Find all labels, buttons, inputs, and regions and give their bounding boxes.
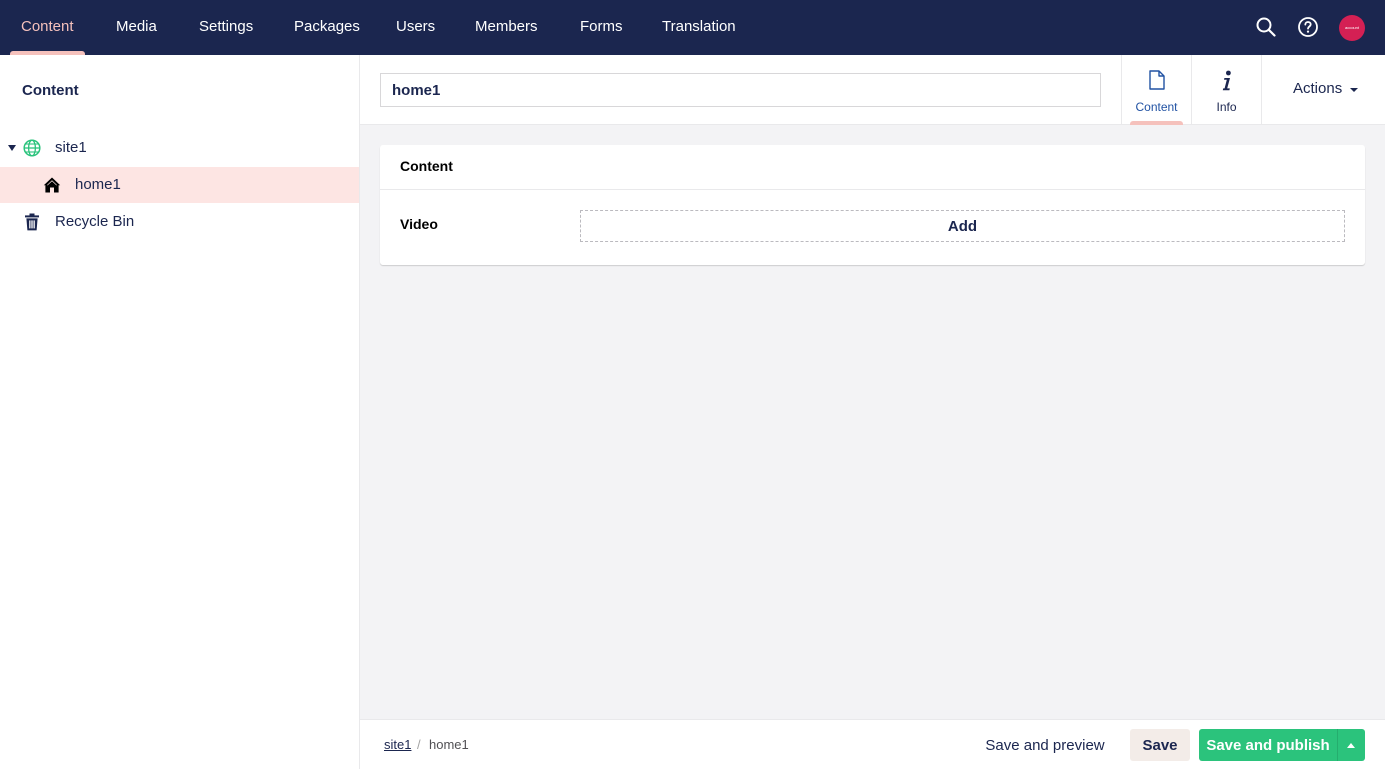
- tree-item-label: Recycle Bin: [55, 213, 135, 230]
- expand-caret-icon[interactable]: [8, 145, 16, 151]
- content-group-panel: Content Video Add: [380, 145, 1365, 265]
- nav-settings[interactable]: Settings: [199, 0, 253, 55]
- editor-header: Content Info Actions: [360, 55, 1385, 125]
- tree-item-home1[interactable]: home1: [0, 167, 359, 203]
- nav-media[interactable]: Media: [116, 0, 157, 55]
- content-tree-sidebar: Content site1 home1 Recycle Bin: [0, 55, 360, 769]
- help-icon[interactable]: [1296, 15, 1320, 39]
- save-and-preview-button[interactable]: Save and preview: [980, 729, 1110, 761]
- tab-label: Info: [1216, 100, 1237, 114]
- panel-header: Content: [380, 145, 1365, 190]
- user-avatar[interactable]: account: [1339, 15, 1365, 41]
- publish-options-toggle[interactable]: [1337, 729, 1365, 761]
- chevron-down-icon: [1350, 88, 1358, 92]
- node-name-input[interactable]: [380, 73, 1101, 107]
- save-button[interactable]: Save: [1130, 729, 1190, 761]
- tab-label: Content: [1135, 100, 1178, 114]
- nav-members[interactable]: Members: [475, 0, 538, 55]
- sidebar-title: Content: [22, 82, 79, 99]
- tab-info[interactable]: Info: [1191, 55, 1261, 125]
- globe-icon: [23, 139, 41, 157]
- panel-title: Content: [400, 158, 453, 174]
- tree-item-label: site1: [55, 139, 87, 156]
- document-icon: [1122, 70, 1191, 94]
- nav-users[interactable]: Users: [396, 0, 435, 55]
- home-icon: [43, 176, 61, 194]
- actions-label: Actions: [1293, 80, 1343, 97]
- nav-packages[interactable]: Packages: [294, 0, 360, 55]
- breadcrumb-link-site1[interactable]: site1: [384, 737, 411, 752]
- trash-icon: [24, 213, 40, 231]
- tree-item-recycle-bin[interactable]: Recycle Bin: [0, 204, 359, 240]
- editor-content-area: Content Video Add: [360, 125, 1385, 719]
- top-navigation-bar: Content Media Settings Packages Users Me…: [0, 0, 1385, 55]
- tree-item-label: home1: [75, 176, 121, 193]
- add-video-button[interactable]: Add: [580, 210, 1345, 242]
- search-icon[interactable]: [1254, 15, 1278, 39]
- property-label-video: Video: [400, 216, 438, 232]
- nav-forms[interactable]: Forms: [580, 0, 623, 55]
- info-icon: [1192, 70, 1261, 94]
- breadcrumb-separator: /: [417, 737, 421, 752]
- chevron-up-icon: [1347, 743, 1355, 748]
- nav-content[interactable]: Content: [10, 0, 85, 55]
- actions-dropdown-button[interactable]: Actions: [1261, 55, 1385, 125]
- nav-translation[interactable]: Translation: [662, 0, 736, 55]
- tree-item-site1[interactable]: site1: [0, 130, 359, 166]
- editor-footer: site1 / home1 Save and preview Save Save…: [360, 719, 1385, 769]
- save-and-publish-button[interactable]: Save and publish: [1199, 729, 1337, 761]
- tab-content[interactable]: Content: [1121, 55, 1191, 125]
- breadcrumb-current: home1: [429, 737, 469, 752]
